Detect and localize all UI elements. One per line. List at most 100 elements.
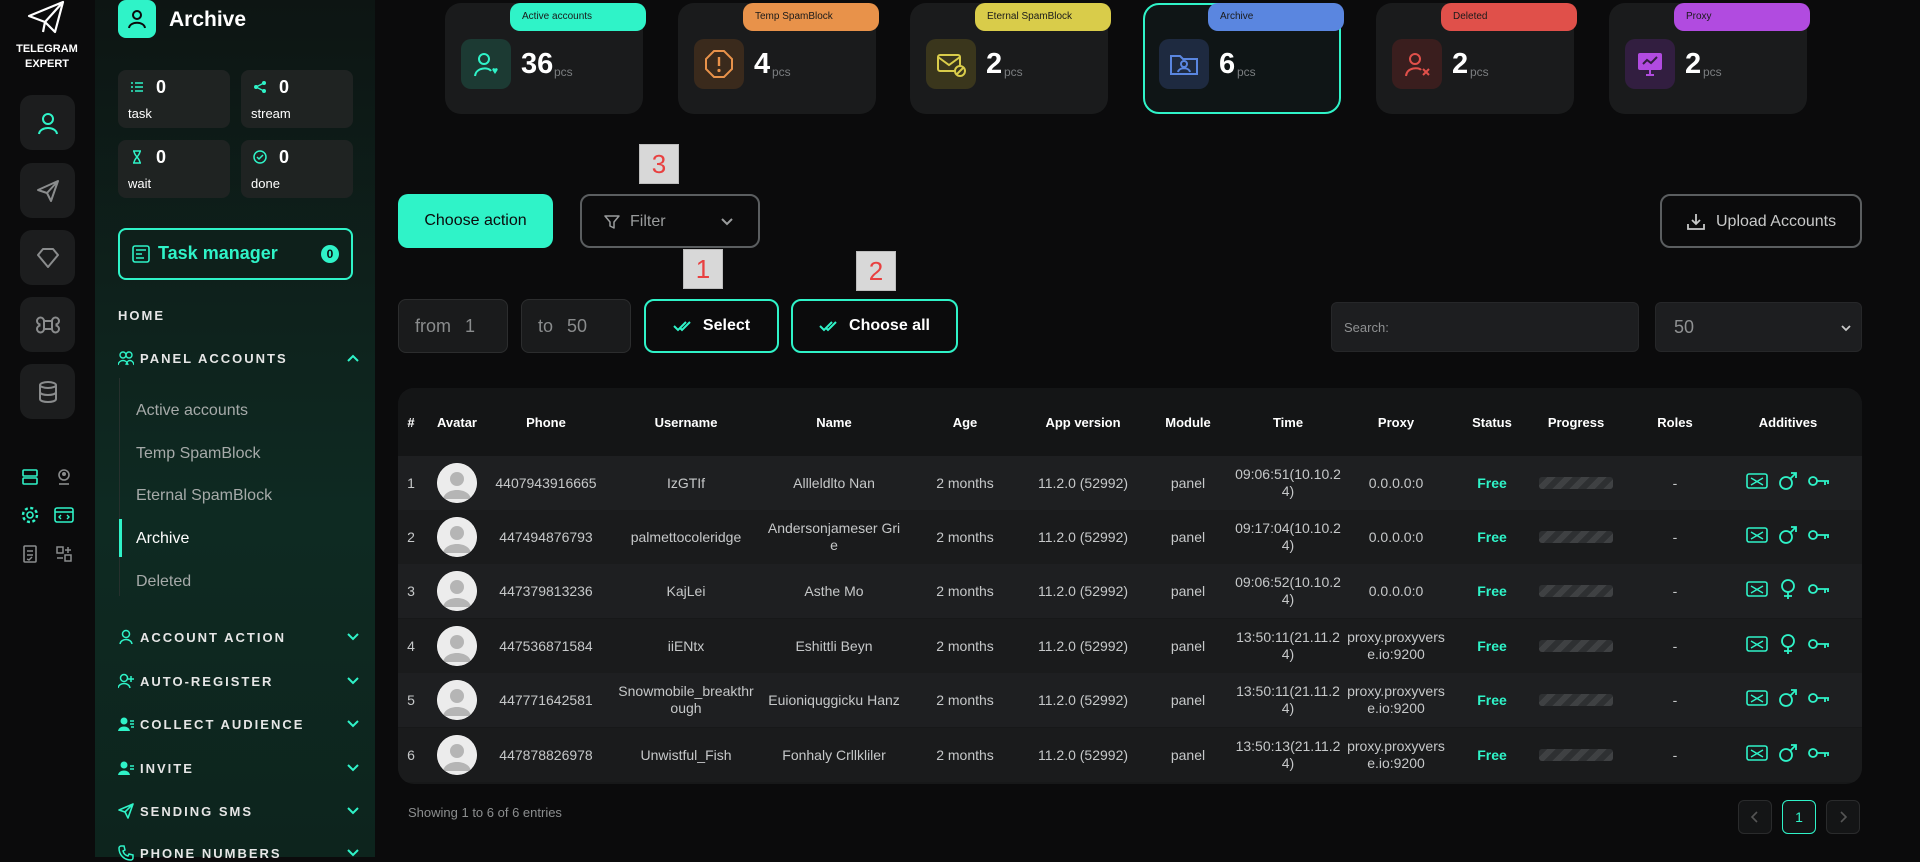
chevron-down-icon — [347, 720, 359, 728]
cell-module: panel — [1170, 474, 1206, 491]
key-icon[interactable] — [1808, 746, 1830, 764]
cell-name: Andersonjameser Grie — [767, 520, 901, 553]
choose-action-button[interactable]: Choose action — [398, 194, 553, 248]
nav-sending-sms[interactable]: SENDING SMS — [118, 803, 368, 820]
page-button-current[interactable]: 1 — [1782, 800, 1816, 834]
rail-command-button[interactable] — [20, 297, 75, 352]
prev-page-button[interactable] — [1738, 800, 1772, 834]
stat-done-value: 0 — [279, 147, 290, 167]
avatar[interactable] — [437, 735, 477, 775]
col-age[interactable]: Age — [915, 415, 1015, 430]
cell-progress — [1531, 673, 1621, 727]
male-icon[interactable] — [1778, 688, 1798, 712]
session-icon[interactable] — [1746, 744, 1768, 766]
card-proxy[interactable]: Proxy 2 pcs — [1609, 3, 1810, 114]
col-progress[interactable]: Progress — [1531, 415, 1621, 430]
range-from-input[interactable]: from 1 — [398, 299, 508, 353]
key-icon[interactable] — [1808, 691, 1830, 709]
warning-octagon-icon — [694, 39, 744, 89]
cell-avatar — [427, 564, 487, 618]
table-row[interactable]: 3 447379813236 KajLei Asthe Mo 2 months 11.2.… — [398, 564, 1862, 618]
avatar[interactable] — [437, 571, 477, 611]
user-location-icon[interactable] — [53, 466, 75, 488]
nav-account-action[interactable]: ACCOUNT ACTION — [118, 629, 368, 646]
session-icon[interactable] — [1746, 526, 1768, 548]
male-icon[interactable] — [1778, 743, 1798, 767]
upload-accounts-button[interactable]: Upload Accounts — [1660, 194, 1862, 248]
male-icon[interactable] — [1778, 525, 1798, 549]
rail-database-button[interactable] — [20, 364, 75, 419]
col-time[interactable]: Time — [1234, 415, 1342, 430]
table-row[interactable]: 4 447536871584 iiENtx Eshittli Beyn 2 months… — [398, 619, 1862, 673]
settings-icon[interactable] — [19, 504, 41, 526]
col-additives[interactable]: Additives — [1728, 415, 1848, 430]
card-eternal-spamblock[interactable]: Eternal SpamBlock 2 pcs — [910, 3, 1111, 114]
rail-diamond-button[interactable] — [20, 230, 75, 285]
avatar[interactable] — [437, 626, 477, 666]
card-temp-spamblock-value: 4 — [754, 48, 771, 80]
task-manager-button[interactable]: Task manager 0 — [118, 228, 353, 280]
key-icon[interactable] — [1808, 637, 1830, 655]
avatar[interactable] — [437, 463, 477, 503]
cell-age: 2 months — [936, 637, 994, 654]
table-row[interactable]: 1 4407943916665 IzGTIf Allleldlto Nan 2 mont… — [398, 456, 1862, 510]
rail-accounts-button[interactable] — [20, 95, 75, 150]
col-roles[interactable]: Roles — [1640, 415, 1710, 430]
avatar[interactable] — [437, 680, 477, 720]
col-name[interactable]: Name — [764, 415, 904, 430]
range-to-input[interactable]: to 50 — [521, 299, 631, 353]
apps-icon[interactable] — [53, 543, 75, 565]
session-icon[interactable] — [1746, 689, 1768, 711]
nav-phone-numbers[interactable]: PHONE NUMBERS — [118, 845, 368, 862]
next-page-button[interactable] — [1826, 800, 1860, 834]
col-app-version[interactable]: App version — [1028, 415, 1138, 430]
col-phone[interactable]: Phone — [491, 415, 601, 430]
nav-collect-audience[interactable]: COLLECT AUDIENCE — [118, 717, 368, 733]
table-row[interactable]: 2 447494876793 palmettocoleridge Andersonja… — [398, 510, 1862, 564]
search-input[interactable] — [1331, 302, 1639, 352]
nav-account-action-label: ACCOUNT ACTION — [140, 630, 286, 645]
avatar[interactable] — [437, 517, 477, 557]
nav-panel-accounts[interactable]: PANEL ACCOUNTS — [118, 351, 368, 367]
table-row[interactable]: 6 447878826978 Unwistful_Fish Fonhaly Crllk… — [398, 728, 1862, 782]
col-proxy[interactable]: Proxy — [1342, 415, 1450, 430]
session-icon[interactable] — [1746, 472, 1768, 494]
nav-active-accounts[interactable]: Active accounts — [136, 402, 248, 420]
col-index: # — [407, 415, 415, 430]
cell-index: 4 — [407, 637, 415, 654]
nav-auto-register[interactable]: AUTO-REGISTER — [118, 673, 368, 690]
male-icon[interactable] — [1778, 471, 1798, 495]
card-deleted-label: Deleted — [1441, 3, 1577, 31]
choose-all-button[interactable]: Choose all — [791, 299, 958, 353]
card-archive[interactable]: Archive 6 pcs — [1143, 3, 1344, 114]
table-row[interactable]: 5 447771642581 Snowmobile_breakthrough Euio… — [398, 673, 1862, 727]
nav-invite[interactable]: INVITE — [118, 761, 368, 777]
user-remove-icon — [1392, 39, 1442, 89]
nav-eternal-spamblock[interactable]: Eternal SpamBlock — [136, 487, 272, 505]
nav-home[interactable]: HOME — [118, 308, 165, 323]
col-status[interactable]: Status — [1456, 415, 1528, 430]
col-username[interactable]: Username — [616, 415, 756, 430]
per-page-select[interactable]: 50 — [1655, 302, 1862, 352]
female-icon[interactable] — [1778, 579, 1798, 603]
card-active-accounts[interactable]: Active accounts 36 pcs — [445, 3, 646, 114]
checklist-icon[interactable] — [19, 543, 41, 565]
key-icon[interactable] — [1808, 582, 1830, 600]
nav-deleted[interactable]: Deleted — [136, 573, 191, 591]
session-icon[interactable] — [1746, 635, 1768, 657]
session-icon[interactable] — [1746, 580, 1768, 602]
server-icon[interactable] — [19, 466, 41, 488]
col-module[interactable]: Module — [1148, 415, 1228, 430]
female-icon[interactable] — [1778, 634, 1798, 658]
cell-name: Euioniquggicku Hanz — [768, 691, 900, 708]
key-icon[interactable] — [1808, 474, 1830, 492]
nav-archive[interactable]: Archive — [136, 530, 189, 548]
nav-temp-spamblock[interactable]: Temp SpamBlock — [136, 445, 261, 463]
select-button[interactable]: Select — [644, 299, 779, 353]
code-window-icon[interactable] — [53, 504, 75, 526]
filter-dropdown[interactable]: Filter — [580, 194, 760, 248]
rail-send-button[interactable] — [20, 163, 75, 218]
card-temp-spamblock[interactable]: Temp SpamBlock 4 pcs — [678, 3, 879, 114]
key-icon[interactable] — [1808, 528, 1830, 546]
card-deleted[interactable]: Deleted 2 pcs — [1376, 3, 1577, 114]
